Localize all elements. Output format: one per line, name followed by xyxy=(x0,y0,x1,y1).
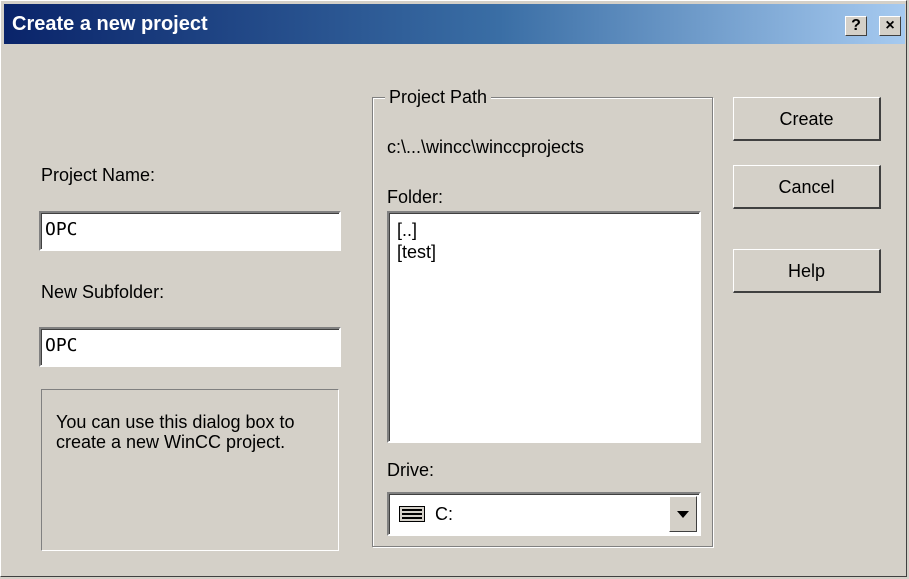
drive-label: Drive: xyxy=(387,460,435,480)
help-button[interactable]: Help xyxy=(733,249,881,293)
subfolder-value: OPC xyxy=(45,335,78,356)
close-button[interactable]: × xyxy=(879,16,901,36)
project-name-value: OPC xyxy=(45,219,78,240)
info-text: You can use this dialog box to create a … xyxy=(56,412,295,452)
drive-value: C: xyxy=(435,504,453,524)
project-name-input[interactable]: OPC xyxy=(39,211,341,251)
drive-select[interactable]: C: xyxy=(387,492,701,536)
list-item[interactable]: [test] xyxy=(397,241,691,263)
create-project-dialog: Create a new project ? × Project Name: O… xyxy=(0,0,907,577)
project-path-legend: Project Path xyxy=(385,86,492,108)
title-bar: Create a new project ? × xyxy=(4,4,905,44)
drive-dropdown-button[interactable] xyxy=(669,496,697,532)
create-button[interactable]: Create xyxy=(733,97,881,141)
subfolder-input[interactable]: OPC xyxy=(39,327,341,367)
subfolder-label: New Subfolder: xyxy=(41,282,165,302)
help-title-button[interactable]: ? xyxy=(845,16,867,36)
info-panel: You can use this dialog box to create a … xyxy=(41,389,339,551)
drive-icon xyxy=(399,506,425,522)
window-title: Create a new project xyxy=(12,13,208,35)
help-icon: ? xyxy=(851,17,861,34)
list-item[interactable]: [..] xyxy=(397,219,691,241)
chevron-down-icon xyxy=(677,511,689,518)
cancel-button[interactable]: Cancel xyxy=(733,165,881,209)
close-icon: × xyxy=(885,17,895,34)
project-name-label: Project Name: xyxy=(41,165,156,185)
folder-list[interactable]: [..] [test] xyxy=(387,211,701,443)
project-path-value: c:\...\wincc\winccprojects xyxy=(387,137,585,157)
folder-label: Folder: xyxy=(387,187,444,207)
